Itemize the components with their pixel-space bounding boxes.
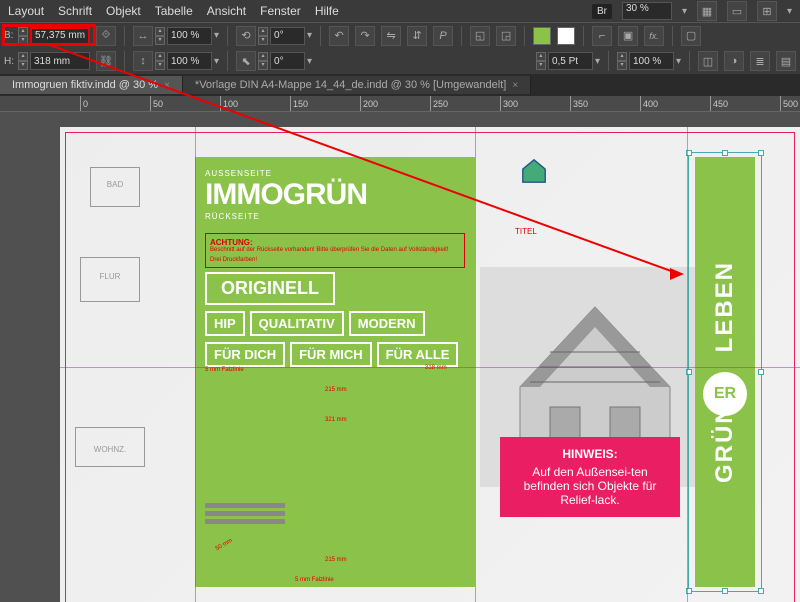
dim-50: 50 mm [215, 538, 234, 552]
titel-label: TITEL [515, 227, 537, 236]
house-logo-icon [520, 157, 548, 185]
text-wrap-column-icon[interactable]: ▤ [776, 51, 796, 71]
opacity-chevron-icon[interactable]: ▾ [676, 56, 681, 67]
ruler-horizontal[interactable]: 0 50 100 150 200 250 300 350 400 450 500 [0, 96, 800, 112]
warning-text-2: Drei Druckfarben! [210, 257, 460, 264]
menu-fenster[interactable]: Fenster [260, 4, 301, 18]
stroke-weight-input[interactable] [548, 52, 593, 70]
text-wrap-none-icon[interactable]: ▢ [681, 26, 701, 46]
stroke-swatch[interactable] [557, 27, 575, 45]
panel-back[interactable]: AUSSENSEITE IMMOGRÜN RÜCKSEITE ACHTUNG: … [195, 157, 475, 587]
word-hip: HIP [205, 311, 245, 336]
rotate-cw-icon[interactable]: ↷ [355, 26, 375, 46]
tab-label-2: *Vorlage DIN A4-Mappe 14_44_de.indd @ 30… [195, 79, 506, 91]
corner-options-icon[interactable]: ⌐ [592, 26, 612, 46]
view-mode-icon[interactable]: ▦ [697, 1, 717, 21]
arrange-chevron-icon[interactable]: ▾ [787, 6, 792, 17]
rotate-ccw-icon[interactable]: ↶ [329, 26, 349, 46]
page[interactable]: BAD FLUR WOHNZ. AUSSENSEITE IMMOGRÜN RÜC… [60, 127, 800, 602]
guide[interactable] [687, 127, 688, 602]
scale-y-spinner[interactable]: ▴▾ [155, 52, 165, 70]
opacity-spinner[interactable]: ▴▾ [617, 52, 627, 70]
bridge-badge[interactable]: Br [592, 4, 612, 19]
warning-box: ACHTUNG: Beschnitt auf der Rückseite vor… [205, 233, 465, 268]
warning-text: Beschnitt auf der Rückseite vorhanden! B… [210, 247, 460, 254]
arrange-icon[interactable]: ⊞ [757, 1, 777, 21]
select-content-icon[interactable]: ◲ [496, 26, 516, 46]
warning-title: ACHTUNG: [210, 238, 460, 247]
scale-x-spinner[interactable]: ▴▾ [155, 27, 165, 45]
text-wrap-bbox-icon[interactable]: ◫ [698, 51, 718, 71]
scale-x-input[interactable] [167, 27, 212, 45]
word-fuermich: FÜR MICH [290, 342, 372, 367]
select-container-icon[interactable]: ◱ [470, 26, 490, 46]
shear-icon: ⬉ [236, 51, 256, 71]
word-originell: ORIGINELL [205, 272, 335, 305]
guide[interactable] [195, 127, 196, 602]
effects-icon[interactable]: fx. [644, 26, 664, 46]
tab-label-1: Immogruen fiktiv.indd @ 30 % [12, 79, 158, 91]
hinweis-box[interactable]: HINWEIS: Auf den Außensei-ten befinden s… [500, 437, 680, 517]
menu-layout[interactable]: Layout [8, 4, 44, 18]
word-modern: MODERN [349, 311, 425, 336]
dim-215: 215 mm [325, 387, 347, 393]
guide[interactable] [60, 367, 800, 368]
stroke-chevron-icon[interactable]: ▾ [595, 56, 600, 67]
constrain-proportions-icon[interactable]: ⟐ [96, 26, 116, 46]
drop-shadow-icon[interactable]: ▣ [618, 26, 638, 46]
stroke-spinner[interactable]: ▴▾ [536, 52, 546, 70]
flip-h-icon[interactable]: ⇋ [381, 26, 401, 46]
menu-ansicht[interactable]: Ansicht [207, 4, 246, 18]
zoom-chevron-icon[interactable]: ▾ [682, 6, 687, 17]
annotation-highlight [2, 24, 96, 46]
menu-objekt[interactable]: Objekt [106, 4, 141, 18]
word-fuerdich: FÜR DICH [205, 342, 285, 367]
rotate-icon: ⟲ [236, 26, 256, 46]
dim-321: 321 mm [325, 417, 347, 423]
tab-immogruen[interactable]: Immogruen fiktiv.indd @ 30 % × [0, 76, 183, 94]
dim-falz-2: 5 mm Falzlinie [295, 577, 334, 583]
menu-hilfe[interactable]: Hilfe [315, 4, 339, 18]
control-bar-1: B: ▴▾ ⟐ ↔ ▴▾ ▾ ⟲ ▴▾ ▾ ↶ ↷ ⇋ ⇵ P ◱ ◲ ⌐ ▣ … [0, 22, 800, 48]
selection-frame[interactable] [688, 152, 762, 592]
rotate-spinner[interactable]: ▴▾ [258, 27, 268, 45]
document-tabs: Immogruen fiktiv.indd @ 30 % × *Vorlage … [0, 74, 800, 96]
annotation-arrowhead-icon [670, 268, 684, 280]
rotate-chevron-icon[interactable]: ▾ [307, 30, 312, 41]
menu-tabelle[interactable]: Tabelle [155, 4, 193, 18]
height-label: H: [4, 56, 16, 67]
rotate-input[interactable] [270, 27, 305, 45]
screen-mode-icon[interactable]: ▭ [727, 1, 747, 21]
dim-318: 318 mm [425, 365, 447, 371]
tab-close-2[interactable]: × [512, 80, 518, 91]
canvas[interactable]: BAD FLUR WOHNZ. AUSSENSEITE IMMOGRÜN RÜC… [0, 112, 800, 602]
shear-spinner[interactable]: ▴▾ [258, 52, 268, 70]
height-spinner[interactable]: ▴▾ [18, 52, 28, 70]
subtitle-aussenseite: AUSSENSEITE [205, 169, 465, 178]
scale-y-input[interactable] [167, 52, 212, 70]
hinweis-title: HINWEIS: [510, 447, 670, 461]
word-fueralle: FÜR ALLE [377, 342, 459, 367]
tab-vorlage[interactable]: *Vorlage DIN A4-Mappe 14_44_de.indd @ 30… [183, 76, 531, 94]
paragraph-icon[interactable]: P [433, 26, 453, 46]
subtitle-rueckseite: RÜCKSEITE [205, 212, 465, 221]
text-wrap-jump-icon[interactable]: ≣ [750, 51, 770, 71]
menu-schrift[interactable]: Schrift [58, 4, 92, 18]
menu-bar: Layout Schrift Objekt Tabelle Ansicht Fe… [0, 0, 800, 22]
flip-v-icon[interactable]: ⇵ [407, 26, 427, 46]
word-qualitativ: QUALITATIV [250, 311, 344, 336]
gray-bars [205, 500, 285, 527]
scale-y-icon: ↕ [133, 51, 153, 71]
zoom-level[interactable]: 30 % [622, 2, 672, 20]
dim-215-2: 215 mm [325, 557, 347, 563]
shear-chevron-icon[interactable]: ▾ [307, 56, 312, 67]
scale-x-icon: ↔ [133, 26, 153, 46]
text-wrap-shape-icon[interactable]: ◑ [724, 51, 744, 71]
opacity-input[interactable] [629, 52, 674, 70]
shear-input[interactable] [270, 52, 305, 70]
scale-x-chevron-icon[interactable]: ▾ [214, 30, 219, 41]
hinweis-text: Auf den Außensei-ten befinden sich Objek… [510, 465, 670, 507]
fill-swatch[interactable] [533, 27, 551, 45]
scale-y-chevron-icon[interactable]: ▾ [214, 56, 219, 67]
